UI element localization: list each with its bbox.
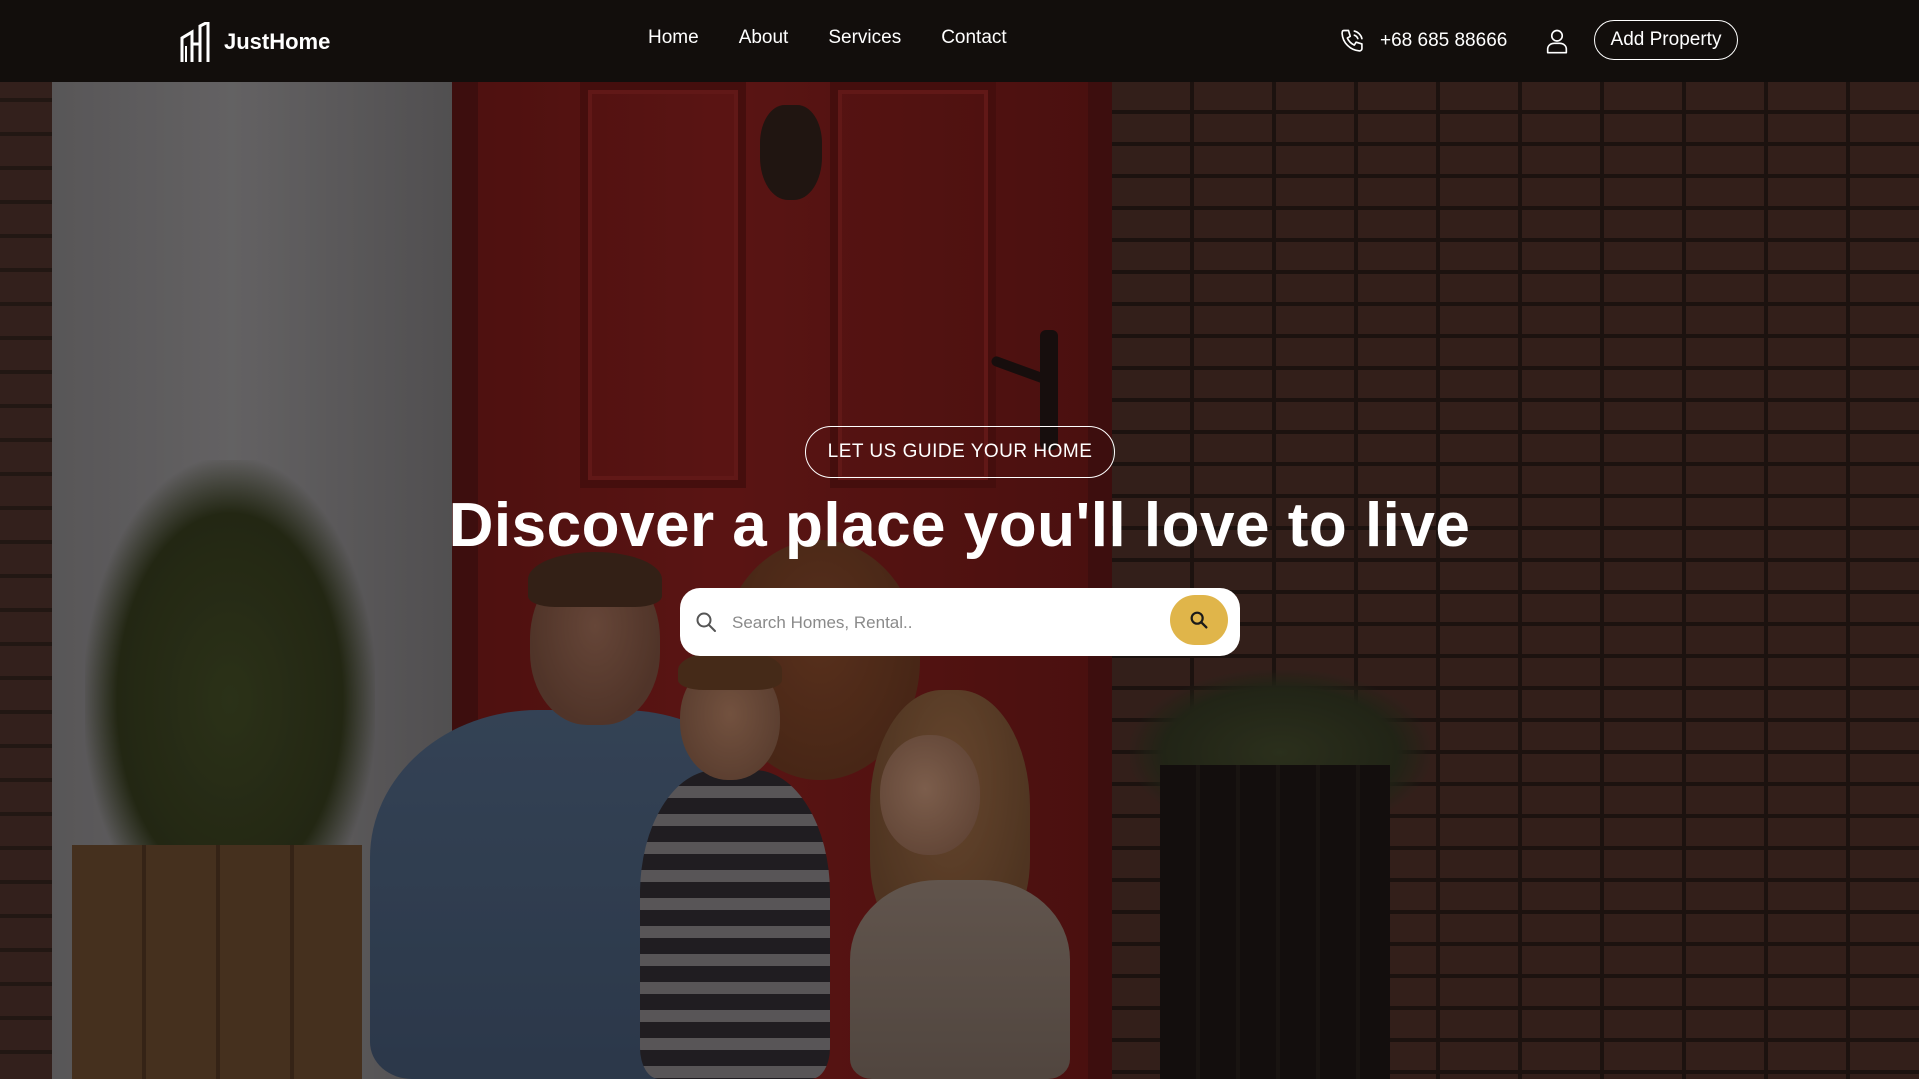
nav-item-contact[interactable]: Contact — [941, 27, 1006, 49]
brand-name: JustHome — [224, 29, 331, 54]
hero-badge: LET US GUIDE YOUR HOME — [805, 426, 1115, 478]
hero-title: Discover a place you'll love to live — [448, 491, 1471, 560]
main-nav: Home About Services Contact — [648, 27, 1007, 49]
search-icon — [696, 612, 716, 632]
nav-item-services[interactable]: Services — [828, 27, 901, 49]
nav-item-about[interactable]: About — [739, 27, 789, 49]
phone-number: +68 685 88666 — [1380, 30, 1508, 51]
user-icon[interactable] — [1543, 27, 1571, 55]
nav-item-home[interactable]: Home — [648, 27, 699, 49]
logo[interactable]: JustHome — [180, 22, 330, 62]
phone-contact[interactable]: +68 685 88666 — [1338, 27, 1507, 55]
search-icon — [1190, 611, 1208, 629]
phone-icon — [1341, 29, 1363, 52]
site-header: JustHome Home About Services Contact +68… — [0, 0, 1919, 82]
hero-search-bar — [680, 588, 1240, 656]
page: JustHome Home About Services Contact +68… — [0, 0, 1919, 1079]
building-logo-icon — [180, 22, 210, 62]
add-property-button[interactable]: Add Property — [1594, 20, 1738, 60]
search-input[interactable] — [730, 602, 1144, 644]
search-submit-button[interactable] — [1170, 595, 1228, 645]
